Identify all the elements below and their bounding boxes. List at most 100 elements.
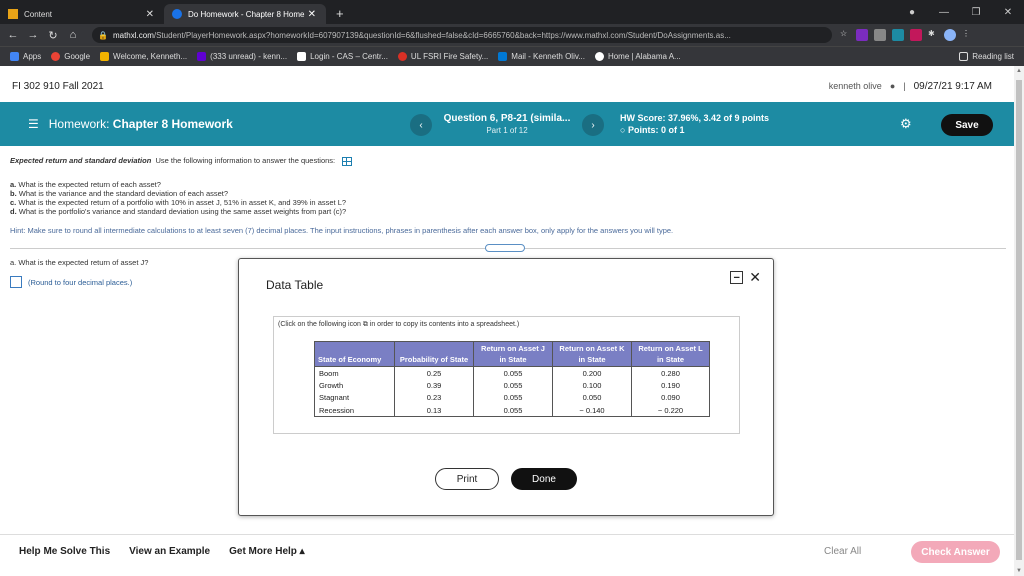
table-cell: − 0.220 xyxy=(631,404,710,417)
answer-input[interactable] xyxy=(10,276,22,288)
forward-arrow-icon[interactable]: → xyxy=(26,29,40,41)
problem-heading: Expected return and standard deviation U… xyxy=(10,156,1006,166)
homework-name: Chapter 8 Homework xyxy=(112,117,233,131)
done-button[interactable]: Done xyxy=(511,468,577,490)
column-header: Return on Asset L in State xyxy=(631,341,710,367)
bookmark-label: Google xyxy=(64,52,91,61)
table-container: (Click on the following icon ⧉ in order … xyxy=(273,316,740,434)
minimize-icon[interactable]: — xyxy=(928,7,960,18)
table-cell: Stagnant xyxy=(314,391,395,404)
reload-icon[interactable]: ↻ xyxy=(46,29,60,42)
url-host: mathxl.com xyxy=(112,30,154,40)
hamburger-menu-icon[interactable]: ☰ xyxy=(28,117,39,131)
homework-prefix: Homework: xyxy=(48,117,110,131)
close-icon[interactable]: ✕ xyxy=(749,269,761,286)
view-example-button[interactable]: View an Example xyxy=(129,546,210,557)
save-button[interactable]: Save xyxy=(941,114,993,136)
extension-icon[interactable] xyxy=(910,29,922,41)
bookmark-welcome[interactable]: Welcome, Kenneth... xyxy=(100,52,187,61)
clear-all-button[interactable]: Clear All xyxy=(824,546,861,557)
page-scrollbar[interactable]: ▲ ▼ xyxy=(1014,66,1024,576)
resize-handle[interactable] xyxy=(485,244,525,252)
star-icon[interactable]: ☆ xyxy=(840,29,850,41)
table-cell: 0.055 xyxy=(473,379,553,392)
bookmark-mail-unread[interactable]: (333 unread) - kenn... xyxy=(197,52,287,61)
table-cell: Growth xyxy=(314,379,395,392)
bookmark-label: Apps xyxy=(23,52,42,61)
points-circle-icon: ○ xyxy=(620,125,626,135)
reading-list[interactable]: Reading list xyxy=(959,52,1014,61)
scroll-down-icon[interactable]: ▼ xyxy=(1016,568,1022,574)
url-field[interactable]: 🔒 mathxl.com /Student/PlayerHomework.asp… xyxy=(92,27,832,43)
score-panel: HW Score: 37.96%, 3.42 of 9 points ○ Poi… xyxy=(620,112,769,136)
check-answer-button[interactable]: Check Answer xyxy=(911,541,1000,563)
next-question-button[interactable]: › xyxy=(582,114,604,136)
bookmark-label: Welcome, Kenneth... xyxy=(113,52,188,61)
table-cell: 0.050 xyxy=(552,391,632,404)
bookmark-google[interactable]: Google xyxy=(51,52,90,61)
table-cell: − 0.140 xyxy=(552,404,632,417)
get-more-help-button[interactable]: Get More Help ▴ xyxy=(229,546,305,557)
extension-icon[interactable] xyxy=(892,29,904,41)
scrollbar-thumb[interactable] xyxy=(1016,80,1022,560)
close-tab-icon[interactable]: ✕ xyxy=(308,9,316,20)
profile-dot-icon[interactable]: ● xyxy=(896,7,928,18)
hw-score: HW Score: 37.96%, 3.42 of 9 points xyxy=(620,113,770,123)
points-label: Points: 0 of 1 xyxy=(627,125,685,135)
question-text: What is the expected return of each asse… xyxy=(18,179,161,189)
extension-icon[interactable] xyxy=(856,29,868,41)
new-tab-icon[interactable]: + xyxy=(336,6,344,21)
gear-icon[interactable]: ⚙ xyxy=(900,116,912,132)
print-button[interactable]: Print xyxy=(435,468,499,490)
bookmark-apps[interactable]: Apps xyxy=(10,52,41,61)
extensions: ☆ ✱ ⋮ xyxy=(840,29,970,41)
user-name[interactable]: kenneth olive xyxy=(829,81,882,91)
url-path: /Student/PlayerHomework.aspx?homeworkId=… xyxy=(153,30,731,40)
yahoo-mail-icon xyxy=(197,52,207,61)
list-item: b. What is the variance and the standard… xyxy=(10,189,1006,198)
tab-content[interactable]: Content ✕ xyxy=(0,4,164,24)
tab-label: Content xyxy=(24,9,53,19)
avatar[interactable] xyxy=(944,29,956,41)
content-favicon-icon xyxy=(8,9,18,19)
minimize-icon[interactable]: − xyxy=(730,271,744,284)
table-cell: 0.13 xyxy=(394,404,474,417)
bookmark-cas-login[interactable]: Login - CAS – Centr... xyxy=(297,52,388,61)
reading-list-label: Reading list xyxy=(972,52,1014,61)
kebab-menu-icon[interactable]: ⋮ xyxy=(962,29,970,41)
chevron-right-icon: › xyxy=(591,119,595,131)
dialog-controls: − ✕ xyxy=(730,269,761,286)
datetime: 09/27/21 9:17 AM xyxy=(913,80,992,92)
home-icon[interactable]: ⌂ xyxy=(66,29,80,41)
close-window-icon[interactable]: ✕ xyxy=(992,7,1024,18)
close-tab-icon[interactable]: ✕ xyxy=(146,9,154,20)
bookmark-outlook[interactable]: Mail - Kenneth Oliv... xyxy=(498,52,585,61)
problem-instruction: Use the following information to answer … xyxy=(155,156,336,165)
bookmark-label: Home | Alabama A... xyxy=(607,52,681,61)
back-arrow-icon[interactable]: ← xyxy=(6,29,20,41)
bookmark-label: Mail - Kenneth Oliv... xyxy=(511,52,585,61)
maximize-icon[interactable]: ❐ xyxy=(960,7,992,18)
table-cell: 0.100 xyxy=(552,379,632,392)
homework-title[interactable]: Homework: Chapter 8 Homework xyxy=(49,117,233,131)
tab-do-homework[interactable]: Do Homework - Chapter 8 Home ✕ xyxy=(164,4,326,24)
question-title[interactable]: Question 6, P8-21 (simila... Part 1 of 1… xyxy=(432,113,582,137)
bookmarks-bar: Apps Google Welcome, Kenneth... (333 unr… xyxy=(0,46,1024,66)
part-a-question: a. What is the expected return of asset … xyxy=(10,258,149,267)
data-table-grid-icon[interactable] xyxy=(342,156,353,166)
puzzle-icon[interactable]: ✱ xyxy=(928,29,938,41)
outlook-icon xyxy=(498,52,508,61)
extension-icon[interactable] xyxy=(874,29,886,41)
help-me-solve-button[interactable]: Help Me Solve This xyxy=(19,546,110,557)
ul-icon xyxy=(397,52,407,61)
copy-icon[interactable]: ⧉ xyxy=(363,321,368,328)
bookmark-home-alabama[interactable]: Home | Alabama A... xyxy=(594,52,681,61)
table-cell: 0.39 xyxy=(394,379,474,392)
table-cell: Boom xyxy=(314,366,395,379)
bookmark-ul-fsri[interactable]: UL FSRI Fire Safety... xyxy=(397,52,488,61)
course-name: FI 302 910 Fall 2021 xyxy=(12,80,104,92)
previous-question-button[interactable]: ‹ xyxy=(410,114,432,136)
scroll-up-icon[interactable]: ▲ xyxy=(1016,68,1022,74)
tab-label: Do Homework - Chapter 8 Home xyxy=(188,9,305,19)
course-header: FI 302 910 Fall 2021 kenneth olive ● | 0… xyxy=(0,72,1014,100)
